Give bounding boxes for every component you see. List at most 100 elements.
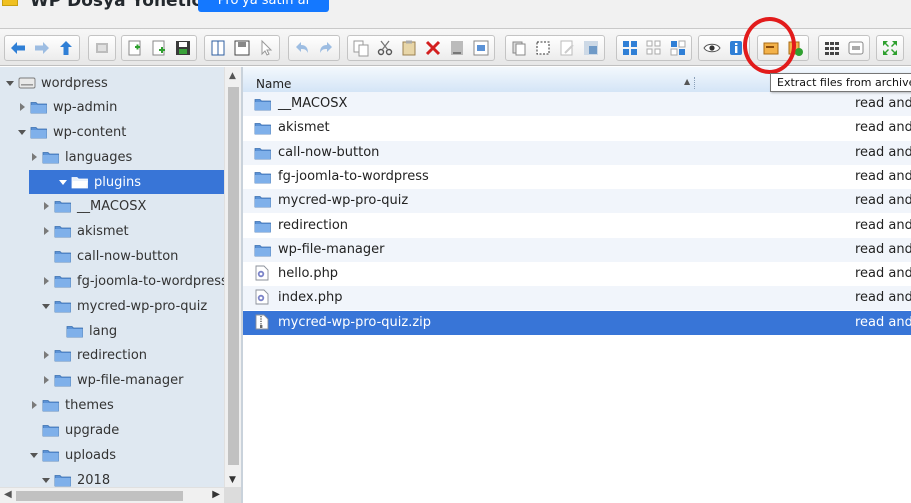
select-all-button[interactable] <box>532 37 554 59</box>
columns-icon <box>823 39 841 57</box>
open-button[interactable] <box>207 37 229 59</box>
file-row[interactable]: fg-joomla-to-wordpress read and <box>243 165 911 189</box>
undo-button[interactable] <box>291 37 313 59</box>
tree-item-label: uploads <box>65 447 117 463</box>
tree-item[interactable]: redirection <box>0 343 224 367</box>
tree-item[interactable]: fg-joomla-to-wordpress <box>0 269 224 293</box>
tree-item[interactable]: wp-admin <box>0 95 224 119</box>
new-folder-button[interactable] <box>124 37 146 59</box>
folder-icon <box>54 224 72 238</box>
folder-icon <box>254 121 272 135</box>
folder-icon <box>254 219 272 233</box>
expand-caret-icon[interactable] <box>28 399 40 411</box>
duplicate-button[interactable] <box>508 37 530 59</box>
paste-button[interactable] <box>398 37 420 59</box>
view-icons-button[interactable] <box>619 37 641 59</box>
view-small-button[interactable] <box>643 37 665 59</box>
tree-item[interactable]: plugins <box>29 170 224 194</box>
column-resize-handle[interactable] <box>694 77 695 89</box>
toolbar-group <box>818 35 870 61</box>
file-permissions: read and <box>855 218 911 233</box>
expand-caret-icon[interactable] <box>40 349 52 361</box>
file-permissions: read and <box>855 266 911 281</box>
rename-button[interactable] <box>470 37 492 59</box>
tree-item[interactable]: mycred-wp-pro-quiz <box>0 294 224 318</box>
tree-item[interactable]: themes <box>0 393 224 417</box>
select-button[interactable] <box>255 37 277 59</box>
tree-item[interactable]: upgrade <box>0 418 224 442</box>
fullscreen-button[interactable] <box>879 37 901 59</box>
tree-item[interactable]: wp-content <box>0 120 224 144</box>
new-file-button[interactable] <box>148 37 170 59</box>
scroll-thumb[interactable] <box>228 87 239 465</box>
reload-button[interactable] <box>91 37 113 59</box>
extract-button[interactable] <box>760 37 782 59</box>
file-row[interactable]: __MACOSX read and <box>243 92 911 116</box>
copy-button[interactable] <box>350 37 372 59</box>
tree-horizontal-scrollbar[interactable]: ◀ ▶ <box>0 487 224 503</box>
toolbar-group <box>88 35 116 61</box>
scroll-down-icon[interactable]: ▼ <box>229 475 236 485</box>
column-header-name[interactable]: Name <box>256 77 291 91</box>
save-button[interactable] <box>172 37 194 59</box>
file-row[interactable]: mycred-wp-pro-quiz.zip read and <box>243 311 911 335</box>
collapse-caret-icon[interactable] <box>40 474 52 486</box>
scroll-right-icon[interactable]: ▶ <box>212 489 220 500</box>
edit-button[interactable] <box>556 37 578 59</box>
file-row[interactable]: index.php read and <box>243 286 911 310</box>
collapse-caret-icon[interactable] <box>4 77 16 89</box>
cut-button[interactable] <box>374 37 396 59</box>
expand-caret-icon[interactable] <box>40 200 52 212</box>
file-row[interactable]: mycred-wp-pro-quiz read and <box>243 189 911 213</box>
tree-item[interactable]: languages <box>0 145 224 169</box>
archive-button[interactable] <box>784 37 806 59</box>
tree-item[interactable]: call-now-button <box>0 244 224 268</box>
scroll-left-icon[interactable]: ◀ <box>4 489 12 500</box>
tree-item[interactable]: wordpress <box>0 71 224 95</box>
resize-button[interactable] <box>580 37 602 59</box>
sort-button[interactable] <box>845 37 867 59</box>
scroll-thumb[interactable] <box>16 491 183 501</box>
file-row[interactable]: call-now-button read and <box>243 141 911 165</box>
up-button[interactable] <box>55 37 77 59</box>
empty-button[interactable] <box>446 37 468 59</box>
file-row[interactable]: hello.php read and <box>243 262 911 286</box>
redo-button[interactable] <box>315 37 337 59</box>
collapse-caret-icon[interactable] <box>28 449 40 461</box>
file-row[interactable]: wp-file-manager read and <box>243 238 911 262</box>
expand-caret-icon[interactable] <box>28 151 40 163</box>
expand-caret-icon[interactable] <box>16 101 28 113</box>
tree-item-label: languages <box>65 149 133 165</box>
tree-item-label: akismet <box>77 223 129 239</box>
tree-vertical-scrollbar[interactable]: ▲ ▼ <box>224 67 241 487</box>
expand-caret-icon[interactable] <box>40 374 52 386</box>
file-row[interactable]: redirection read and <box>243 214 911 238</box>
tree-item[interactable]: __MACOSX <box>0 194 224 218</box>
collapse-caret-icon[interactable] <box>16 126 28 138</box>
back-button[interactable] <box>7 37 29 59</box>
download-button[interactable] <box>231 37 253 59</box>
info-button[interactable] <box>725 37 747 59</box>
columns-button[interactable] <box>821 37 843 59</box>
sort-ascending-icon[interactable]: ▲ <box>684 77 690 86</box>
expand-caret-icon[interactable] <box>40 275 52 287</box>
reload-icon <box>93 39 111 57</box>
tree-item[interactable]: uploads <box>0 443 224 467</box>
preview-button[interactable] <box>701 37 723 59</box>
buy-pro-button[interactable]: Pro'ya satın al <box>198 0 329 12</box>
collapse-caret-icon[interactable] <box>57 176 69 188</box>
scroll-up-icon[interactable]: ▲ <box>229 71 236 81</box>
delete-button[interactable] <box>422 37 444 59</box>
file-permissions: read and <box>855 96 911 111</box>
forward-button[interactable] <box>31 37 53 59</box>
tree-item-label: wp-content <box>53 124 127 140</box>
tree-item[interactable]: akismet <box>0 219 224 243</box>
view-list-button[interactable] <box>667 37 689 59</box>
collapse-caret-icon[interactable] <box>40 300 52 312</box>
expand-caret-icon[interactable] <box>40 225 52 237</box>
file-row[interactable]: akismet read and <box>243 116 911 140</box>
tree-item[interactable]: lang <box>0 319 224 343</box>
extract-icon <box>762 39 780 57</box>
tree-item[interactable]: wp-file-manager <box>0 368 224 392</box>
save-icon <box>174 39 192 57</box>
